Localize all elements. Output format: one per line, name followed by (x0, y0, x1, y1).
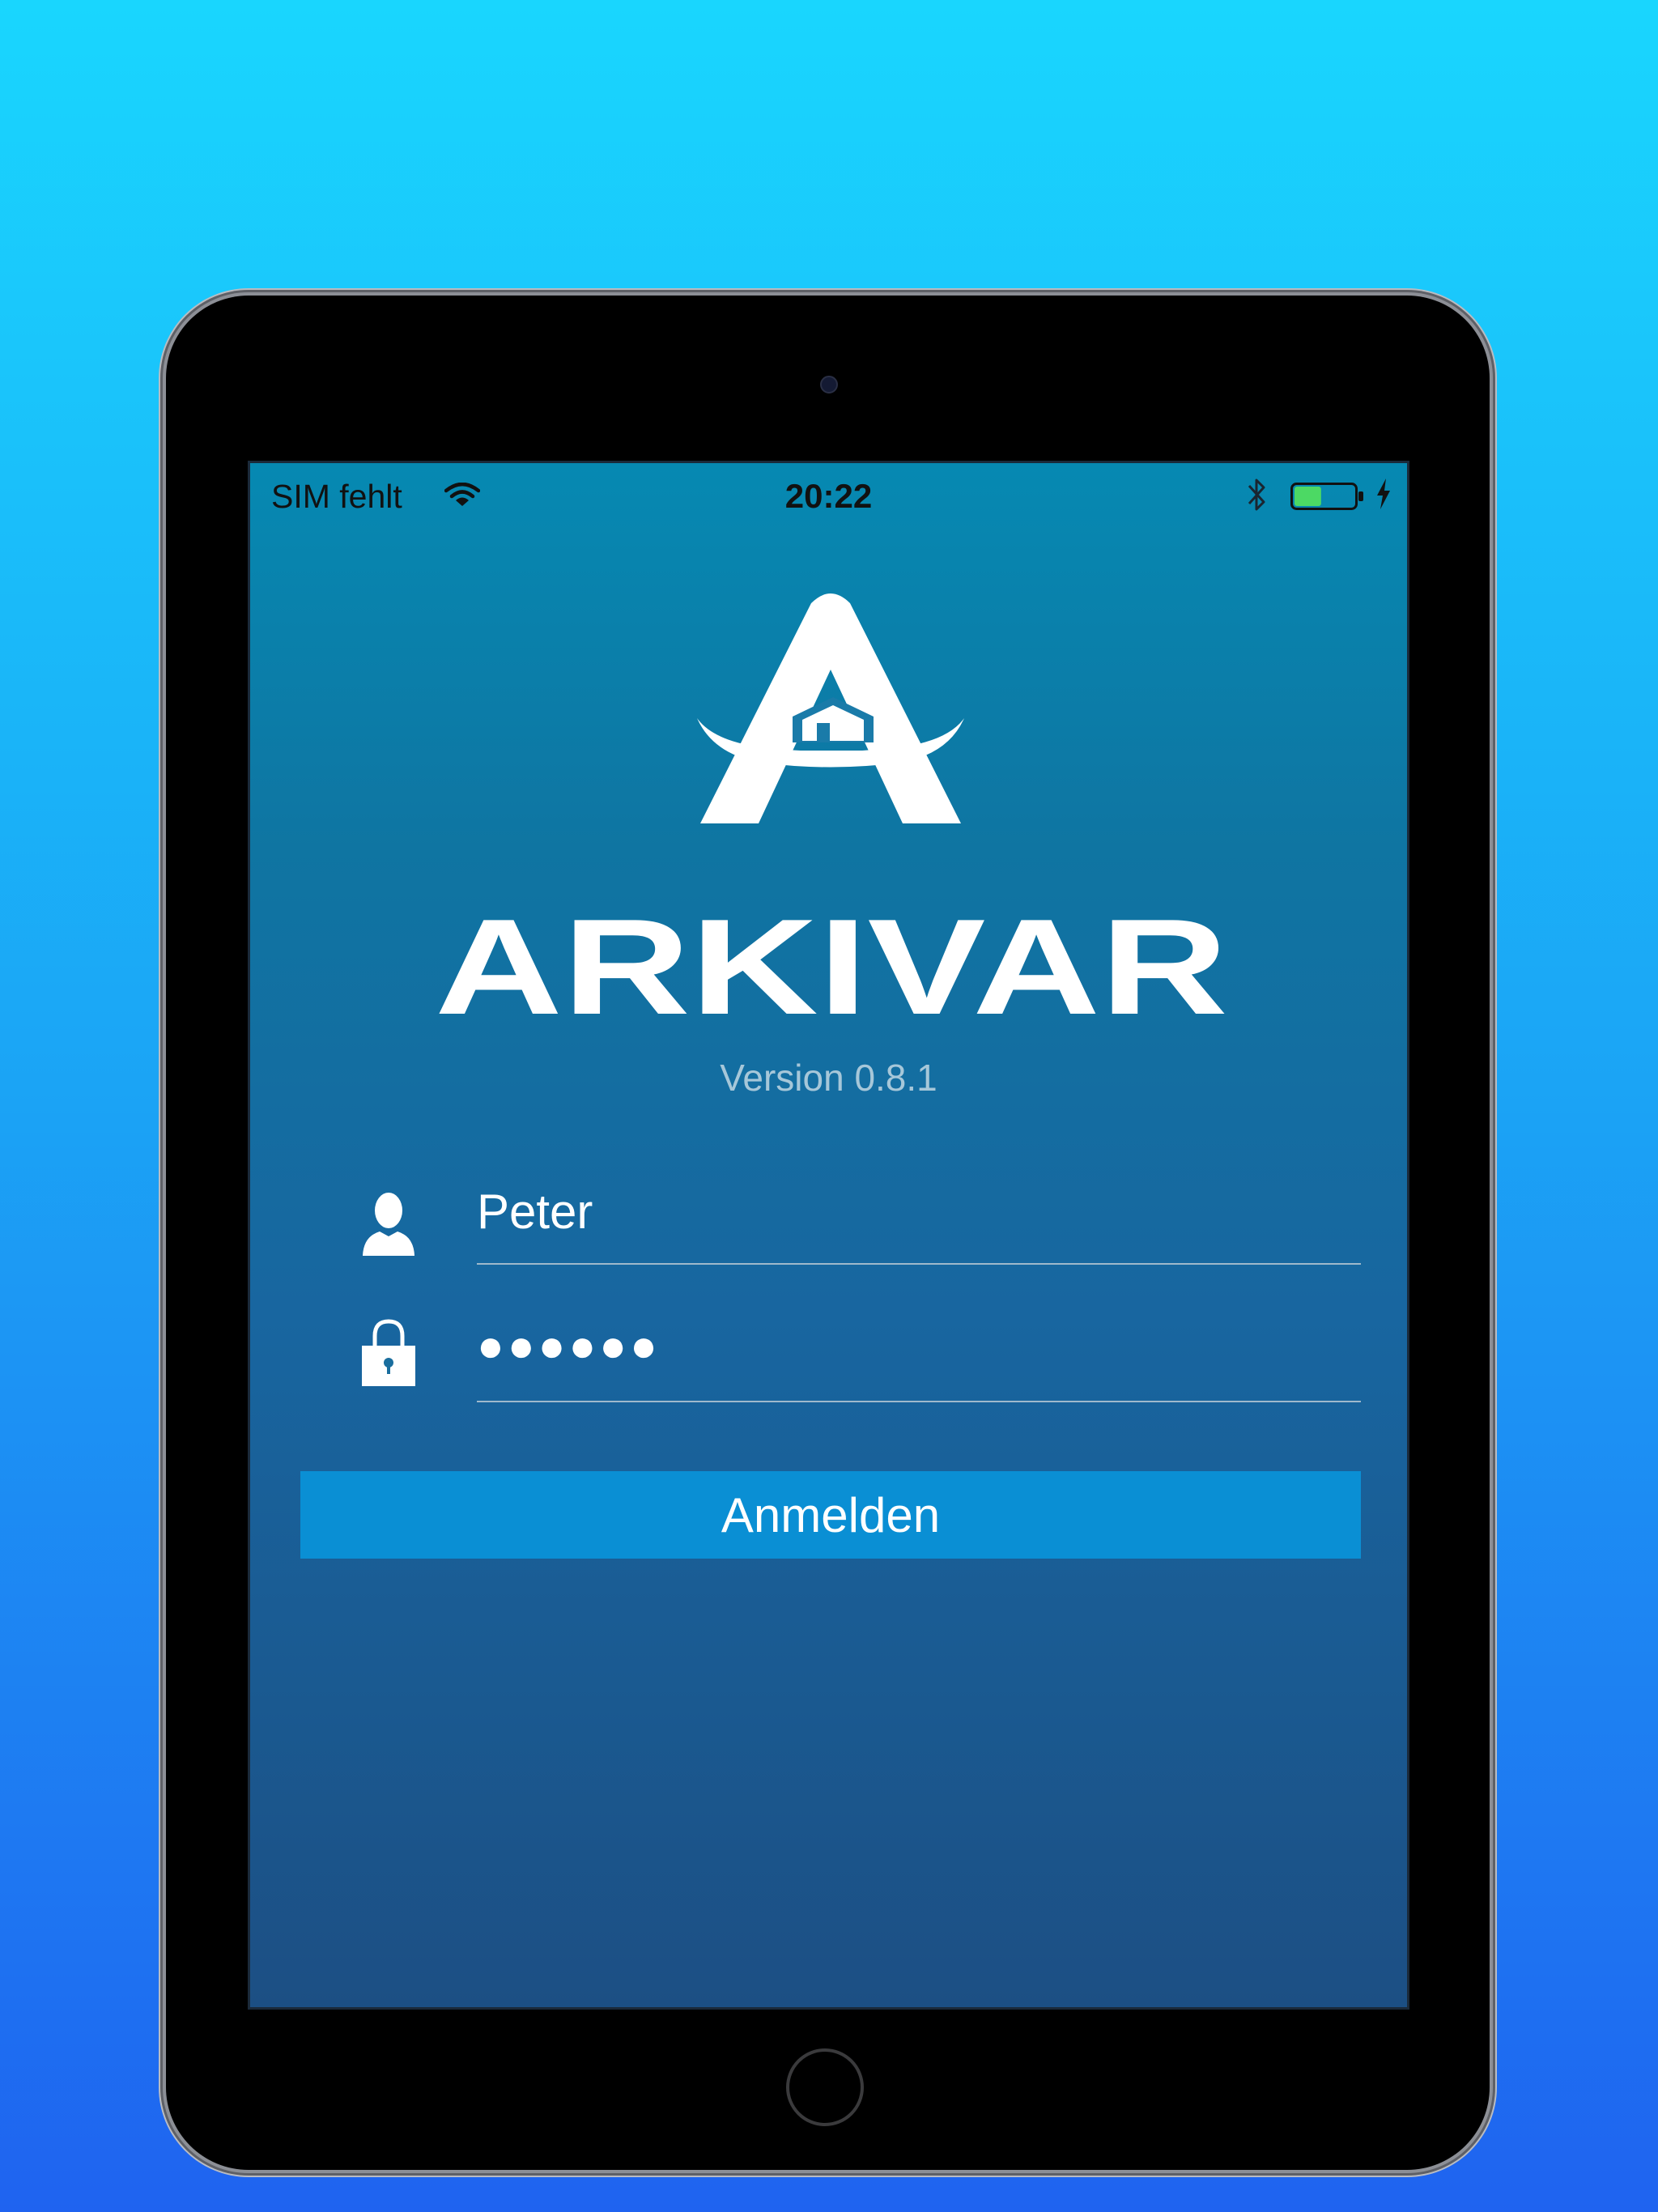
status-time: 20:22 (784, 477, 873, 515)
charging-icon (1377, 479, 1390, 509)
bluetooth-icon (1248, 479, 1265, 511)
lock-icon (362, 1319, 415, 1386)
status-bar: SIM fehlt 20:22 (250, 463, 1407, 528)
tablet-frame: SIM fehlt 20:22 ARKIVAR Version 0.8.1 Pe… (166, 296, 1490, 2170)
front-camera (820, 376, 838, 393)
login-button[interactable]: Anmelden (300, 1471, 1361, 1559)
arkivar-logo-mark (697, 593, 964, 823)
password-input[interactable] (477, 1313, 1361, 1401)
username-field[interactable] (477, 1176, 1361, 1265)
app-name: ARKIVAR (435, 912, 1228, 1018)
user-icon (363, 1193, 414, 1256)
app-version: Version 0.8.1 (720, 1057, 937, 1099)
password-field[interactable] (477, 1313, 1361, 1402)
home-button[interactable] (786, 2048, 864, 2126)
username-input[interactable] (477, 1176, 1361, 1263)
arkivar-wordmark: ARKIVAR (435, 912, 1228, 1018)
app-screen: SIM fehlt 20:22 ARKIVAR Version 0.8.1 Pe… (248, 461, 1409, 2010)
battery-icon (1290, 483, 1363, 510)
battery-fill (1295, 487, 1321, 506)
